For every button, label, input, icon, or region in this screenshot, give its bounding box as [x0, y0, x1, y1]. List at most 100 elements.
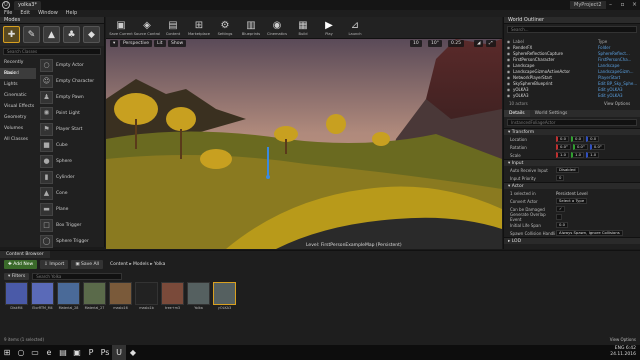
input-section[interactable]: ▾ Input: [504, 159, 640, 166]
app-icon[interactable]: ◆: [126, 345, 140, 360]
transform-section[interactable]: ▾ Transform: [504, 128, 640, 135]
blueprints-button[interactable]: ▥ Blueprints: [238, 17, 264, 39]
rotation-z-field[interactable]: 0.0°: [589, 144, 605, 150]
scale-snap-value[interactable]: 0.25: [448, 40, 465, 47]
lod-section[interactable]: ▸ LOD: [504, 237, 640, 244]
category-lights[interactable]: Lights: [0, 79, 36, 90]
menu-help[interactable]: Help: [62, 10, 81, 17]
list-item[interactable]: ♟ Empty Pawn: [38, 89, 104, 105]
level-tab[interactable]: yolka3*: [14, 1, 41, 10]
import-button[interactable]: ⇩ Import: [40, 260, 69, 269]
add-new-button[interactable]: ✚ Add New: [4, 260, 38, 269]
list-item[interactable]: ▬ Plane: [38, 201, 104, 217]
cinematics-button[interactable]: ◉ Cinematics: [264, 17, 290, 39]
menu-edit[interactable]: Edit: [16, 10, 34, 17]
clock-date[interactable]: 24.11.2016: [610, 352, 636, 358]
outliner-view-options[interactable]: View Options: [604, 101, 630, 106]
category-volumes[interactable]: Volumes: [0, 123, 36, 134]
location-z-field[interactable]: 0.0: [586, 136, 600, 142]
play-button[interactable]: ▶ Play: [316, 17, 342, 39]
list-item[interactable]: □ Box Trigger: [38, 217, 104, 233]
breadcrumb[interactable]: Content ▸ Models ▸ Yolka: [110, 262, 165, 267]
asset-tile[interactable]: maslo1b: [135, 282, 158, 316]
build-button[interactable]: ▦ Build: [290, 17, 316, 39]
list-item[interactable]: ⚑ Player Start: [38, 121, 104, 137]
category-geometry[interactable]: Geometry: [0, 112, 36, 123]
asset-search-input[interactable]: Search Yolka: [32, 273, 123, 280]
scale-y-field[interactable]: 1.0: [571, 152, 585, 158]
perspective-button[interactable]: Perspective: [120, 40, 153, 47]
actor-section[interactable]: ▾ Actor: [504, 182, 640, 189]
unreal-taskbar-icon[interactable]: U: [112, 345, 126, 360]
scale-x-field[interactable]: 1.0: [556, 152, 570, 158]
foliage-mode-icon[interactable]: ♣: [63, 26, 80, 43]
list-item[interactable]: ■ Cube: [38, 137, 104, 153]
save-all-button[interactable]: ▣ Save All: [71, 260, 104, 269]
category-recently-placed[interactable]: Recently Placed: [0, 57, 36, 76]
asset-tile[interactable]: Material_27: [83, 282, 106, 316]
geometry-mode-icon[interactable]: ◆: [83, 26, 100, 43]
modes-tab[interactable]: Modes: [0, 17, 104, 24]
asset-tile[interactable]: maslo16: [109, 282, 132, 316]
camera-speed-icon[interactable]: ◢: [474, 40, 484, 47]
browser-icon[interactable]: e: [42, 345, 56, 360]
rotation-snap-value[interactable]: 10°: [428, 40, 442, 47]
class-search-input[interactable]: Search Classes: [3, 48, 101, 55]
paint-mode-icon[interactable]: ✎: [23, 26, 40, 43]
content-button[interactable]: ▤ Content: [160, 17, 186, 39]
list-item[interactable]: ▲ Cone: [38, 185, 104, 201]
content-browser-tab[interactable]: Content Browser: [0, 251, 50, 258]
row-type[interactable]: Edit yOLKA3: [598, 93, 638, 99]
search-icon[interactable]: ○: [14, 345, 28, 360]
convert-dropdown[interactable]: Select a Type: [556, 198, 588, 204]
maximize-icon[interactable]: ▫: [617, 0, 628, 10]
premiere-icon[interactable]: P: [84, 345, 98, 360]
asset-tile[interactable]: DiskM4: [5, 282, 28, 316]
world-settings-tab[interactable]: World Settings: [530, 110, 573, 117]
list-item[interactable]: ◯ Sphere Trigger: [38, 233, 104, 249]
rotation-x-field[interactable]: 0.0°: [556, 144, 571, 150]
category-cinematic[interactable]: Cinematic: [0, 90, 36, 101]
lit-button[interactable]: Lit: [154, 40, 166, 47]
eye-icon[interactable]: ◉: [504, 93, 513, 99]
asset-tile[interactable]: Yolka: [187, 282, 210, 316]
maximize-viewport-icon[interactable]: ⤢: [486, 40, 496, 47]
place-mode-icon[interactable]: ✚: [3, 26, 20, 43]
overlap-checkbox[interactable]: [556, 214, 562, 220]
store-icon[interactable]: ▣: [70, 345, 84, 360]
details-tab[interactable]: Details: [504, 110, 530, 117]
landscape-mode-icon[interactable]: ▲: [43, 26, 60, 43]
launch-button[interactable]: ⊿ Launch: [342, 17, 368, 39]
menu-window[interactable]: Window: [34, 10, 62, 17]
list-item[interactable]: ✺ Point Light: [38, 105, 104, 121]
list-item[interactable]: ○ Empty Actor: [38, 57, 104, 73]
folder-icon[interactable]: ▤: [56, 345, 70, 360]
asset-tile[interactable]: ElorRTM_M4: [31, 282, 54, 316]
outliner-search-input[interactable]: Search...: [507, 26, 637, 33]
category-all-classes[interactable]: All Classes: [0, 134, 36, 145]
can-be-damaged-checkbox[interactable]: ✓: [556, 206, 566, 212]
list-item[interactable]: ☺ Empty Character: [38, 73, 104, 89]
actor-name-field[interactable]: InstancedFoliageActor: [507, 119, 637, 126]
close-icon[interactable]: ×: [629, 0, 640, 10]
initial-life-field[interactable]: 0.0: [556, 222, 569, 228]
auto-receive-dropdown[interactable]: Disabled: [556, 167, 579, 173]
viewport-options-button[interactable]: ▾: [110, 40, 119, 47]
language-indicator[interactable]: ENG: [615, 346, 625, 351]
start-icon[interactable]: ⊞: [0, 345, 14, 360]
spawn-dropdown[interactable]: Always Spawn, Ignore Collisions: [556, 230, 623, 236]
table-row[interactable]: ◉ yOLKA3 Edit yOLKA3: [504, 93, 640, 99]
rotation-y-field[interactable]: 0.0°: [572, 144, 588, 150]
menu-file[interactable]: File: [0, 10, 16, 17]
marketplace-button[interactable]: ⊞ Marketplace: [186, 17, 212, 39]
location-x-field[interactable]: 0.0: [556, 136, 570, 142]
task-view-icon[interactable]: ▭: [28, 345, 42, 360]
clock-time[interactable]: 6:42: [626, 346, 636, 351]
list-item[interactable]: ● Sphere: [38, 153, 104, 169]
location-y-field[interactable]: 0.0: [571, 136, 585, 142]
source-control-button[interactable]: ◈ Source Control: [134, 17, 160, 39]
scale-z-field[interactable]: 1.0: [586, 152, 600, 158]
grid-snap-value[interactable]: 10: [410, 40, 422, 47]
outliner-tab[interactable]: World Outliner: [504, 17, 640, 24]
photoshop-icon[interactable]: Ps: [98, 345, 112, 360]
